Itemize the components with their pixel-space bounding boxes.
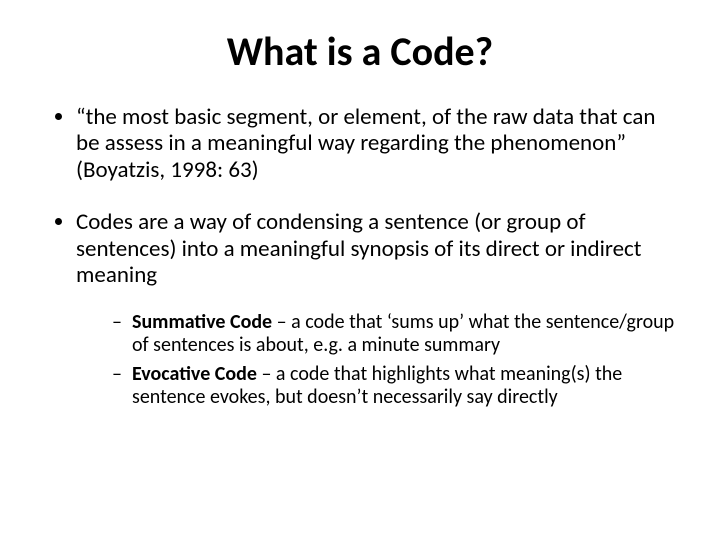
slide: What is a Code? “the most basic segment,…: [0, 0, 720, 540]
sub-label: Summative Code: [132, 310, 272, 334]
sub-item: Evocative Code – a code that highlights …: [112, 363, 680, 409]
bullet-item: “the most basic segment, or element, of …: [76, 104, 680, 183]
sub-label: Evocative Code: [132, 362, 257, 386]
bullet-item: Codes are a way of condensing a sentence…: [76, 209, 680, 408]
sub-item: Summative Code – a code that ‘sums up’ w…: [112, 311, 680, 357]
bullet-text: Codes are a way of condensing a sentence…: [76, 208, 641, 289]
sub-list: Summative Code – a code that ‘sums up’ w…: [76, 311, 680, 409]
bullet-list: “the most basic segment, or element, of …: [40, 104, 680, 435]
slide-title: What is a Code?: [40, 30, 680, 74]
